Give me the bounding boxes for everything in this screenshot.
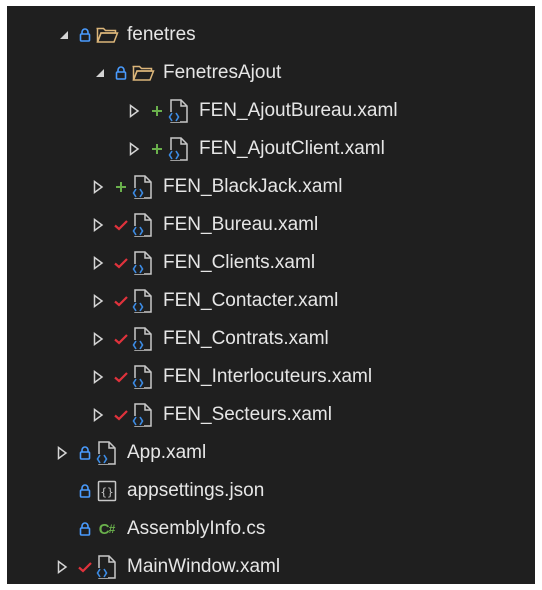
collapsed-arrow-icon[interactable] <box>91 168 105 206</box>
checkmark-icon <box>113 358 129 396</box>
tree-item-label: fenetres <box>127 24 196 45</box>
tree-item-label: FEN_Contacter.xaml <box>163 290 339 311</box>
lock-icon <box>77 16 93 54</box>
xaml-file-icon <box>131 320 155 358</box>
tree-item-appsettings-json[interactable]: {} appsettings.json <box>7 472 535 510</box>
collapsed-arrow-icon[interactable] <box>91 206 105 244</box>
tree-item-fen-bureau[interactable]: FEN_Bureau.xaml <box>7 206 535 244</box>
xaml-file-icon <box>131 168 155 206</box>
tree-item-app-xaml[interactable]: App.xaml <box>7 434 535 472</box>
csharp-icon-hash: # <box>108 522 116 536</box>
csharp-file-icon: C # <box>95 510 119 548</box>
tree-item-fenetresajout[interactable]: FenetresAjout <box>7 54 535 92</box>
xaml-file-icon <box>131 282 155 320</box>
lock-icon <box>77 510 93 548</box>
collapsed-arrow-icon[interactable] <box>91 320 105 358</box>
plus-icon <box>149 92 165 130</box>
tree-item-label: FEN_Bureau.xaml <box>163 214 319 235</box>
checkmark-icon <box>113 396 129 434</box>
folder-icon <box>131 54 155 92</box>
collapsed-arrow-icon[interactable] <box>91 282 105 320</box>
expanded-arrow-icon[interactable] <box>57 16 71 54</box>
xaml-file-icon <box>167 92 191 130</box>
xaml-file-icon <box>131 244 155 282</box>
tree-item-label: FEN_Secteurs.xaml <box>163 404 332 425</box>
checkmark-icon <box>113 206 129 244</box>
collapsed-arrow-icon[interactable] <box>91 396 105 434</box>
lock-icon <box>77 434 93 472</box>
tree-item-fen-clients[interactable]: FEN_Clients.xaml <box>7 244 535 282</box>
lock-icon <box>77 472 93 510</box>
xaml-file-icon <box>167 130 191 168</box>
checkmark-icon <box>113 244 129 282</box>
tree-item-fen-secteurs[interactable]: FEN_Secteurs.xaml <box>7 396 535 434</box>
tree-item-label: FEN_Contrats.xaml <box>163 328 329 349</box>
lock-icon <box>113 54 129 92</box>
plus-icon <box>113 168 129 206</box>
collapsed-arrow-icon[interactable] <box>127 130 141 168</box>
checkmark-icon <box>113 282 129 320</box>
tree-item-fen-blackjack[interactable]: FEN_BlackJack.xaml <box>7 168 535 206</box>
tree-item-label: appsettings.json <box>127 480 265 501</box>
csharp-icon-c: C <box>98 520 110 538</box>
xaml-file-icon <box>131 396 155 434</box>
tree-item-label: FEN_Clients.xaml <box>163 252 316 273</box>
tree-item-label: FEN_BlackJack.xaml <box>163 176 343 197</box>
solution-explorer-panel: fenetres FenetresAjout FEN_AjoutBureau.x… <box>7 6 535 584</box>
xaml-file-icon <box>131 358 155 396</box>
tree-item-assemblyinfo-cs[interactable]: C # AssemblyInfo.cs <box>7 510 535 548</box>
xaml-file-icon <box>131 206 155 244</box>
xaml-file-icon <box>95 434 119 472</box>
json-file-icon: {} <box>95 472 119 510</box>
tree-item-fen-interlocuteurs[interactable]: FEN_Interlocuteurs.xaml <box>7 358 535 396</box>
checkmark-icon <box>77 548 93 586</box>
xaml-file-icon <box>95 548 119 586</box>
plus-icon <box>149 130 165 168</box>
checkmark-icon <box>113 320 129 358</box>
collapsed-arrow-icon[interactable] <box>55 548 69 586</box>
tree-item-label: MainWindow.xaml <box>127 556 281 577</box>
expanded-arrow-icon[interactable] <box>93 54 107 92</box>
tree-item-label: App.xaml <box>127 442 207 463</box>
tree-item-label: FEN_Interlocuteurs.xaml <box>163 366 373 387</box>
tree-item-label: FEN_AjoutClient.xaml <box>199 138 385 159</box>
collapsed-arrow-icon[interactable] <box>91 244 105 282</box>
tree-item-label: AssemblyInfo.cs <box>127 518 266 539</box>
collapsed-arrow-icon[interactable] <box>91 358 105 396</box>
json-icon-glyph: {} <box>100 486 113 499</box>
collapsed-arrow-icon[interactable] <box>127 92 141 130</box>
tree-item-label: FEN_AjoutBureau.xaml <box>199 100 398 121</box>
tree-item-fen-ajoutbureau[interactable]: FEN_AjoutBureau.xaml <box>7 92 535 130</box>
tree-item-fen-ajoutclient[interactable]: FEN_AjoutClient.xaml <box>7 130 535 168</box>
collapsed-arrow-icon[interactable] <box>55 434 69 472</box>
tree-item-fen-contacter[interactable]: FEN_Contacter.xaml <box>7 282 535 320</box>
tree-item-mainwindow-xaml[interactable]: MainWindow.xaml <box>7 548 535 586</box>
folder-icon <box>95 16 119 54</box>
tree-item-label: FenetresAjout <box>163 62 282 83</box>
tree-item-fen-contrats[interactable]: FEN_Contrats.xaml <box>7 320 535 358</box>
tree-item-fenetres[interactable]: fenetres <box>7 16 535 54</box>
